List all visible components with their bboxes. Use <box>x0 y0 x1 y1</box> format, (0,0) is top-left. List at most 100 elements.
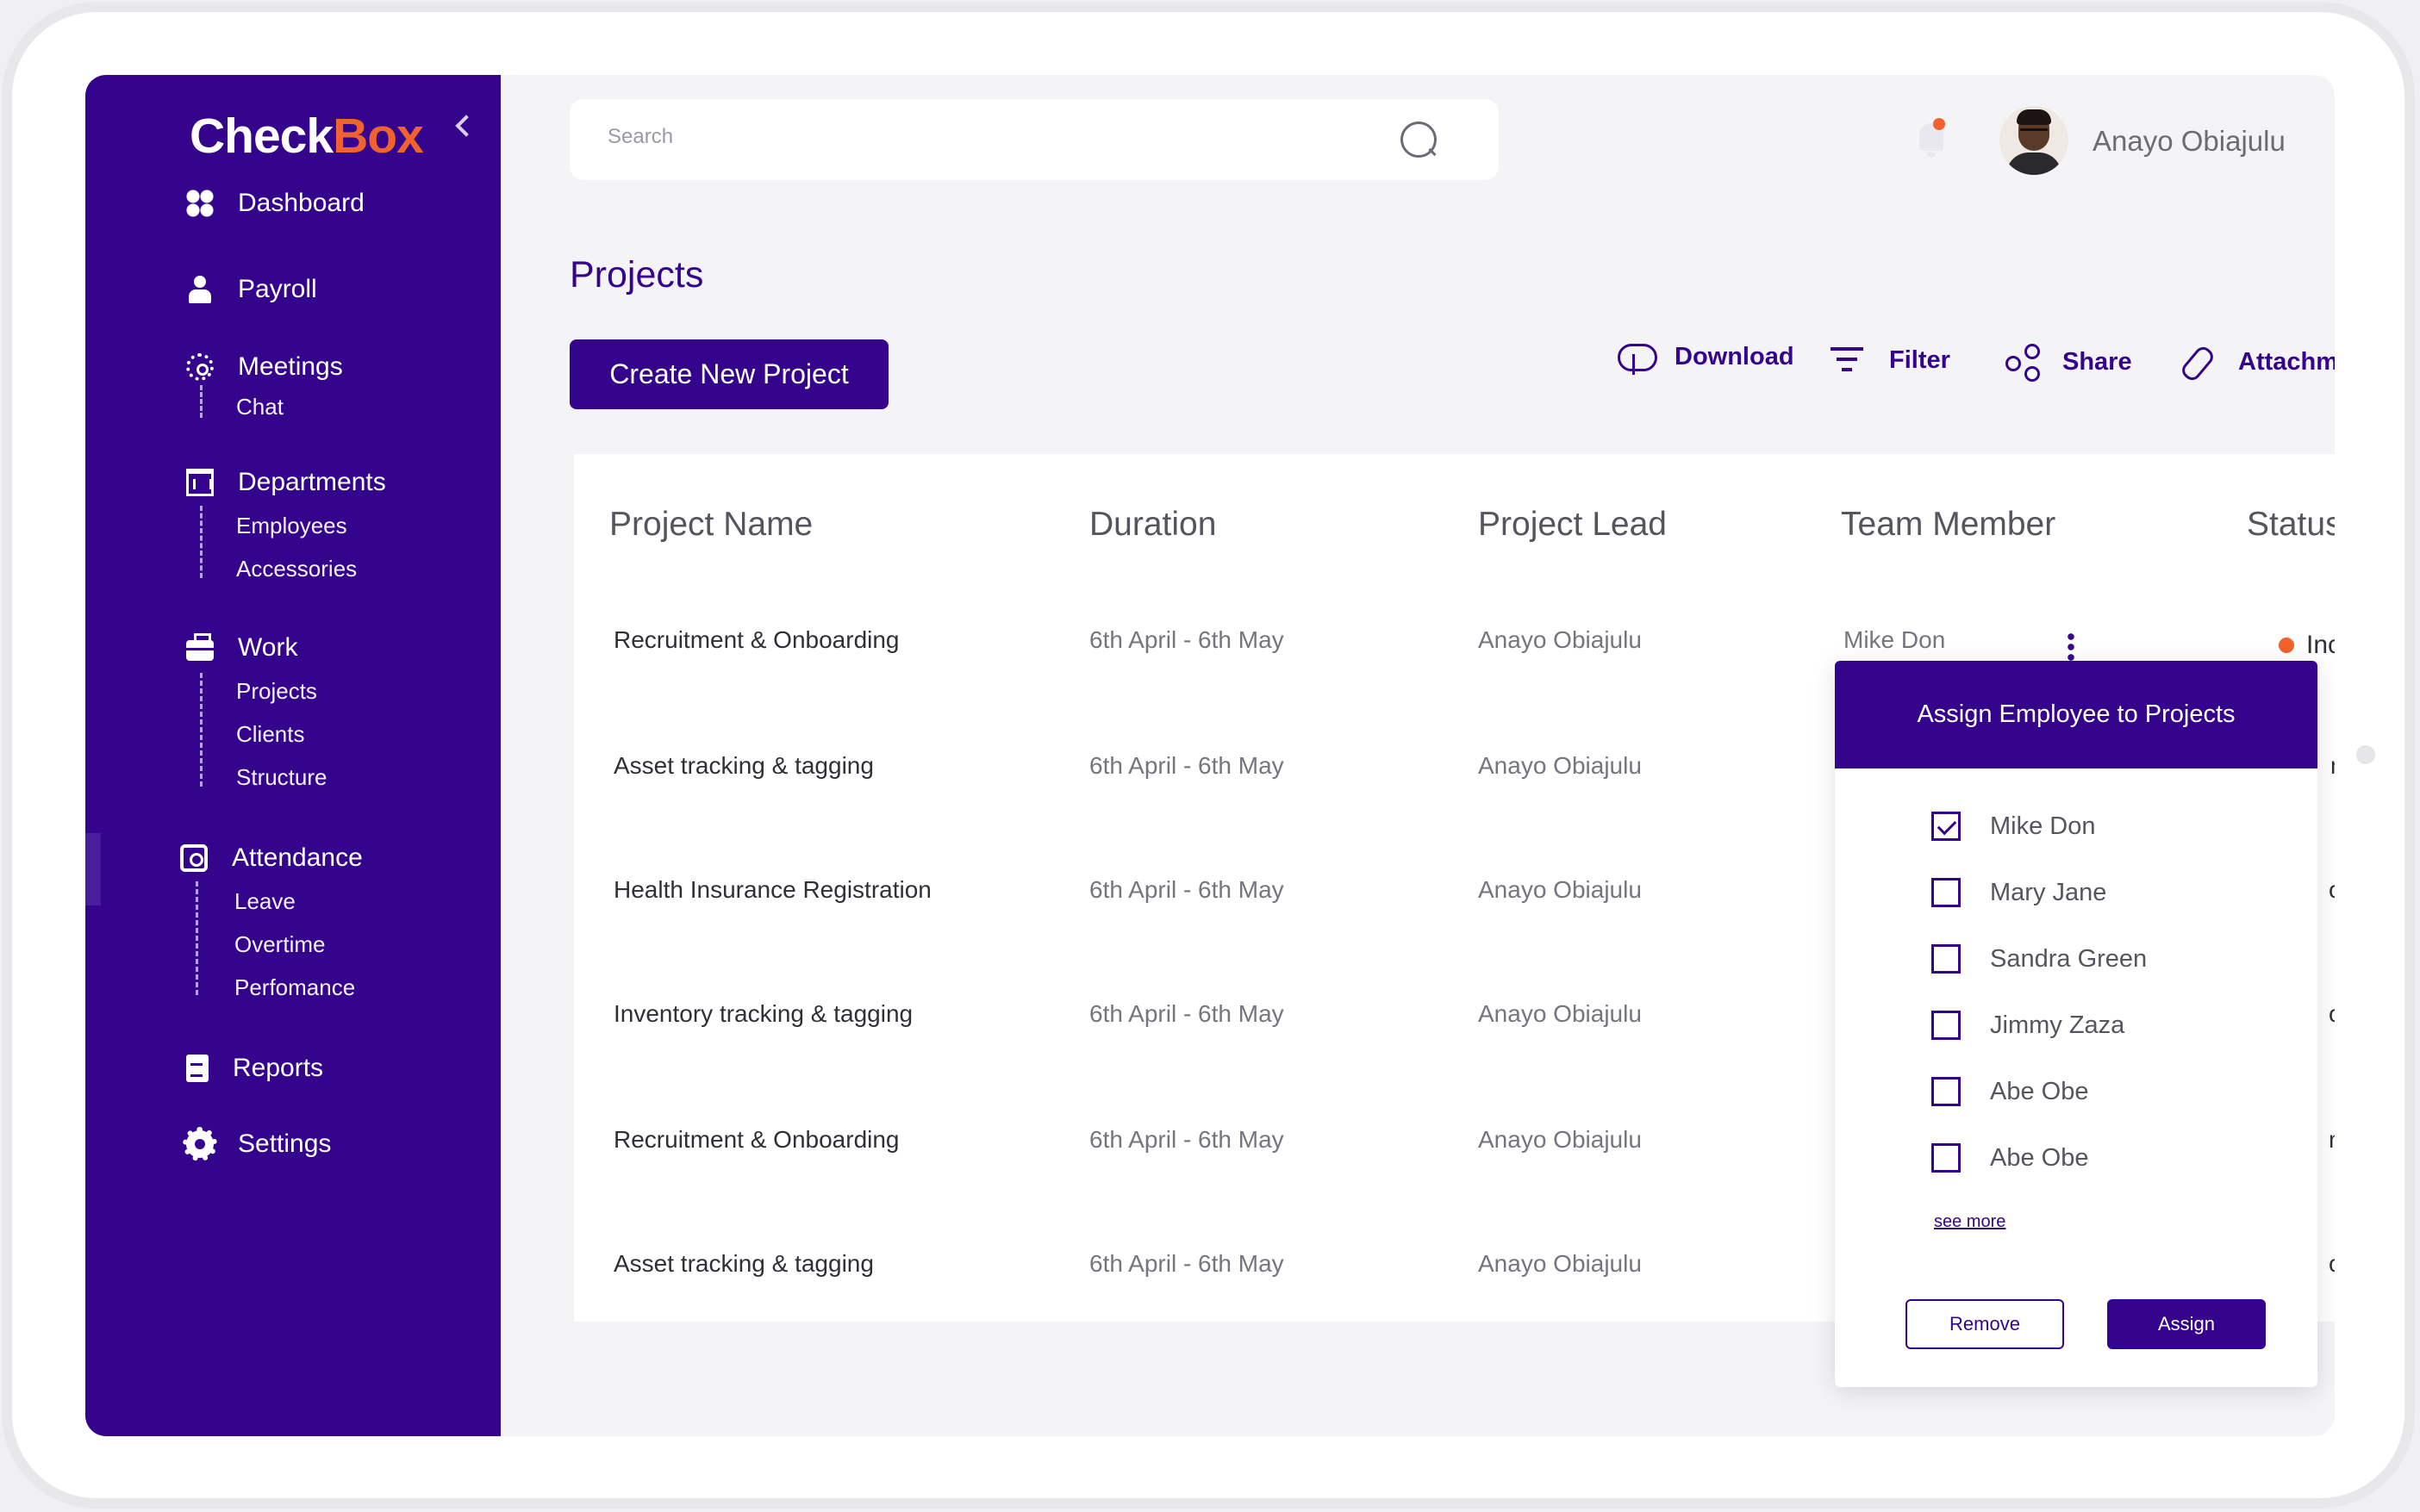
assign-button[interactable]: Assign <box>2107 1299 2266 1349</box>
sidebar-subitem-employees[interactable]: Employees <box>236 513 347 539</box>
filter-icon <box>1831 342 1870 378</box>
table-cell-lead: Anayo Obiajulu <box>1478 1000 1642 1027</box>
sidebar-subitem-chat[interactable]: Chat <box>236 394 284 420</box>
sidebar: CheckBox Dashboard Payroll Meetings Chat… <box>85 75 501 1436</box>
employee-option[interactable]: Sandra Green <box>1931 944 2147 974</box>
search-placeholder: Search <box>608 125 674 148</box>
table-cell-lead: Anayo Obiajulu <box>1478 1126 1642 1153</box>
page-title: Projects <box>570 254 704 296</box>
column-header-project-name[interactable]: Project Name <box>609 506 813 544</box>
attachment-button[interactable]: Attachm <box>2180 344 2335 380</box>
sidebar-subitem-perfomance[interactable]: Perfomance <box>234 974 355 1001</box>
table-cell-team-member: Mike Don <box>1843 626 1946 653</box>
table-cell-duration: 6th April - 6th May <box>1089 752 1284 779</box>
table-cell-duration: 6th April - 6th May <box>1089 1126 1284 1153</box>
table-cell-project-name[interactable]: Asset tracking & tagging <box>614 752 874 780</box>
notification-badge <box>1933 118 1945 130</box>
sidebar-item-label: Departments <box>238 468 386 496</box>
table-cell-duration: 6th April - 6th May <box>1089 1000 1284 1027</box>
device-side-button <box>2356 745 2375 764</box>
sidebar-item-settings[interactable]: Settings <box>183 1127 332 1161</box>
employee-option[interactable]: Jimmy Zaza <box>1931 1011 2124 1040</box>
employee-option[interactable]: Abe Obe <box>1931 1143 2088 1173</box>
submenu-line <box>200 506 203 578</box>
checkbox-checked[interactable] <box>1931 812 1961 841</box>
checkbox[interactable] <box>1931 1011 1961 1040</box>
table-cell-project-name[interactable]: Inventory tracking & tagging <box>614 1000 913 1028</box>
sidebar-item-label: Work <box>238 633 298 662</box>
sidebar-item-dashboard[interactable]: Dashboard <box>186 189 365 218</box>
filter-button[interactable]: Filter <box>1831 342 1950 378</box>
avatar[interactable] <box>1999 106 2068 175</box>
submenu-line <box>200 385 203 418</box>
column-header-duration[interactable]: Duration <box>1089 506 1216 544</box>
table-cell-project-name[interactable]: Asset tracking & tagging <box>614 1250 874 1278</box>
sidebar-item-label: Dashboard <box>238 189 365 217</box>
popup-title: Assign Employee to Projects <box>1835 661 2317 768</box>
app-window: CheckBox Dashboard Payroll Meetings Chat… <box>85 75 2335 1436</box>
table-cell-project-name[interactable]: Recruitment & Onboarding <box>614 626 900 654</box>
briefcase-icon <box>186 633 214 661</box>
search-input[interactable]: Search <box>570 99 1499 180</box>
checkbox[interactable] <box>1931 1077 1961 1106</box>
sidebar-item-reports[interactable]: Reports <box>186 1054 323 1083</box>
table-cell-lead: Anayo Obiajulu <box>1478 752 1642 779</box>
download-button[interactable]: Download <box>1616 339 1794 375</box>
user-name[interactable]: Anayo Obiajulu <box>2093 125 2286 158</box>
search-icon[interactable] <box>1400 121 1437 158</box>
sidebar-item-label: Meetings <box>238 352 343 381</box>
departments-icon <box>186 469 214 496</box>
collapse-sidebar-chevron-icon[interactable] <box>451 109 477 144</box>
employee-option[interactable]: Abe Obe <box>1931 1077 2088 1106</box>
sidebar-item-payroll[interactable]: Payroll <box>186 275 317 304</box>
sidebar-item-label: Attendance <box>232 843 363 872</box>
paperclip-icon <box>2180 344 2219 380</box>
sidebar-item-departments[interactable]: Departments <box>186 468 386 497</box>
checkbox[interactable] <box>1931 878 1961 907</box>
sidebar-subitem-clients[interactable]: Clients <box>236 721 304 748</box>
column-header-status[interactable]: Status <box>2247 506 2335 544</box>
employee-option[interactable]: Mike Don <box>1931 812 2096 841</box>
table-cell-status-fragment: or <box>2329 876 2335 904</box>
table-cell-project-name[interactable]: Health Insurance Registration <box>614 876 932 904</box>
cloud-download-icon <box>1616 339 1657 375</box>
table-cell-lead: Anayo Obiajulu <box>1478 1250 1642 1277</box>
sidebar-item-label: Payroll <box>238 275 317 303</box>
see-more-link[interactable]: see more <box>1934 1212 2005 1232</box>
table-cell-duration: 6th April - 6th May <box>1089 1250 1284 1277</box>
sidebar-item-label: Settings <box>238 1129 332 1158</box>
status-badge: Incor <box>2279 631 2335 660</box>
logo[interactable]: CheckBox <box>190 108 424 165</box>
share-icon <box>2004 344 2043 380</box>
table-cell-lead: Anayo Obiajulu <box>1478 876 1642 903</box>
payroll-icon <box>186 276 214 303</box>
create-new-project-button[interactable]: Create New Project <box>570 339 889 409</box>
assign-employee-popup: Assign Employee to Projects Mike Don Mar… <box>1835 661 2317 1387</box>
table-cell-status-fragment: or <box>2329 1000 2335 1028</box>
sidebar-item-attendance[interactable]: Attendance <box>180 843 363 873</box>
sidebar-subitem-projects[interactable]: Projects <box>236 678 317 705</box>
sidebar-item-work[interactable]: Work <box>186 633 297 663</box>
column-header-project-lead[interactable]: Project Lead <box>1478 506 1667 544</box>
submenu-line <box>200 673 203 787</box>
checkbox[interactable] <box>1931 944 1961 974</box>
reports-icon <box>186 1055 209 1082</box>
employee-option[interactable]: Mary Jane <box>1931 878 2106 907</box>
sidebar-subitem-structure[interactable]: Structure <box>236 764 327 791</box>
column-header-team-member[interactable]: Team Member <box>1841 506 2055 544</box>
sidebar-subitem-accessories[interactable]: Accessories <box>236 556 357 582</box>
table-cell-duration: 6th April - 6th May <box>1089 876 1284 903</box>
table-cell-project-name[interactable]: Recruitment & Onboarding <box>614 1126 900 1154</box>
settings-icon <box>183 1127 217 1161</box>
sidebar-edge-marker <box>85 833 101 905</box>
checkbox[interactable] <box>1931 1143 1961 1173</box>
sidebar-subitem-leave[interactable]: Leave <box>234 888 296 915</box>
sidebar-item-label: Reports <box>233 1054 324 1082</box>
sidebar-subitem-overtime[interactable]: Overtime <box>234 931 325 958</box>
share-button[interactable]: Share <box>2004 344 2132 380</box>
table-cell-status-fragment: m <box>2330 752 2335 780</box>
more-options-kebab-icon[interactable] <box>2068 632 2074 661</box>
remove-button[interactable]: Remove <box>1905 1299 2064 1349</box>
meetings-icon <box>186 353 214 381</box>
sidebar-item-meetings[interactable]: Meetings <box>186 352 343 382</box>
